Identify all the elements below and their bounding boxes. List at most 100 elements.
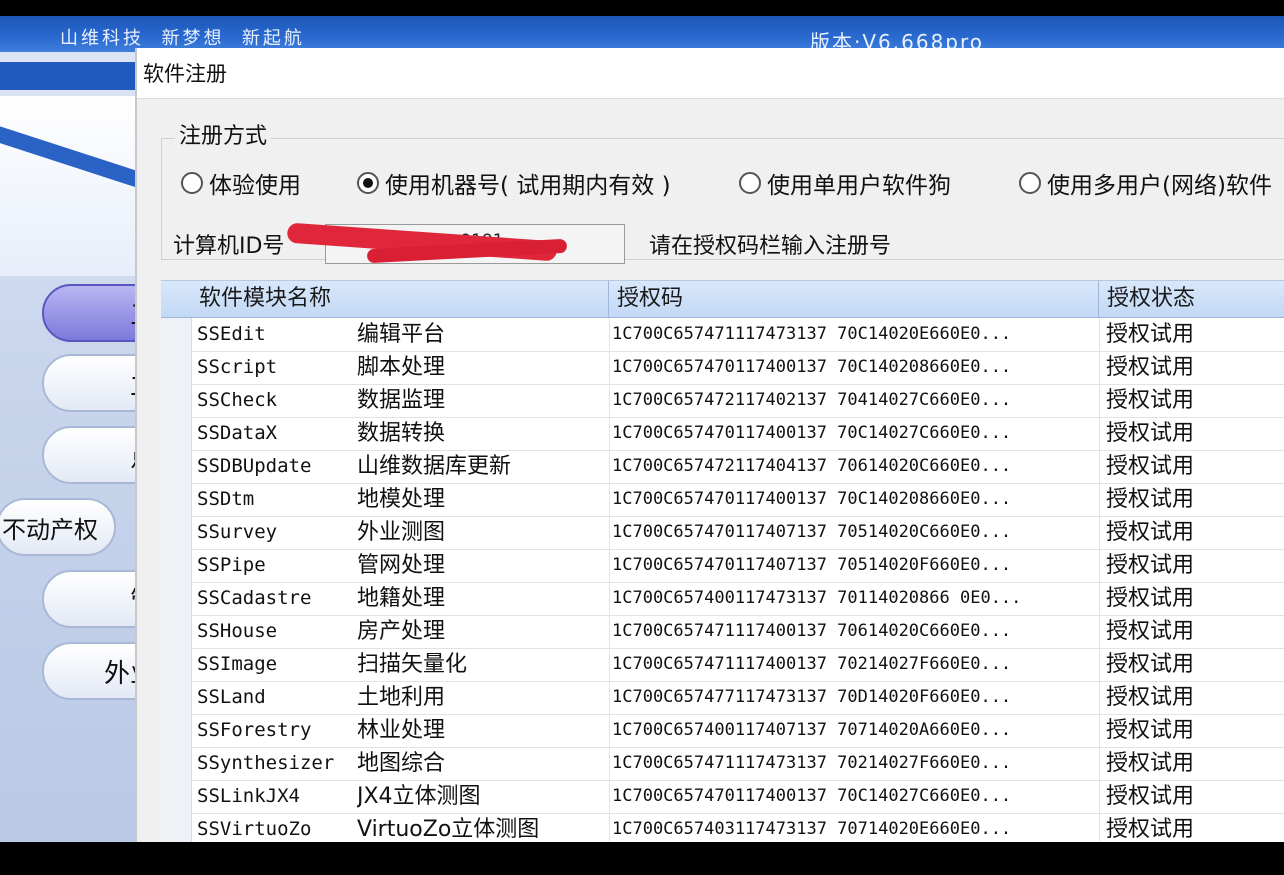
row-gutter: [161, 780, 192, 813]
module-name-cell: 外业测图: [357, 520, 446, 545]
row-gutter: [161, 615, 192, 648]
status-cell: 授权试用: [1099, 483, 1284, 516]
radio-trial[interactable]: 体验使用: [181, 166, 301, 200]
row-gutter: [161, 351, 192, 384]
module-name-cell: 编辑平台: [357, 322, 446, 347]
auth-code-cell: 1C700C657470117400137 70C14027C660E0...: [609, 780, 1102, 813]
status-cell: 授权试用: [1099, 681, 1284, 714]
auth-code-cell: 1C700C657470117407137 70514020F660E0...: [609, 549, 1102, 582]
status-cell: 授权试用: [1099, 780, 1284, 813]
status-cell: 授权试用: [1099, 384, 1284, 417]
auth-code-cell: 1C700C657470117400137 70C140208660E0...: [609, 483, 1102, 516]
module-name-cell: 地图综合: [357, 751, 446, 776]
auth-code-cell: 1C700C657472117404137 70614020C660E0...: [609, 450, 1102, 483]
radio-label: 体验使用: [209, 173, 301, 199]
table-row[interactable]: SSPipe 管网处理 1C700C657470117407137 70514020…: [161, 549, 1284, 583]
row-gutter: [161, 681, 192, 714]
column-header-status[interactable]: 授权状态: [1099, 281, 1284, 317]
status-cell: 授权试用: [1099, 318, 1284, 351]
row-gutter: [161, 747, 192, 780]
row-gutter: [161, 714, 192, 747]
radio-circle-icon: [1019, 172, 1041, 194]
app-left-pane: [0, 96, 150, 276]
column-header-auth-code[interactable]: 授权码: [609, 281, 1099, 317]
module-code-cell: SSImage: [197, 653, 278, 675]
module-code-cell: SSynthesizer: [197, 752, 335, 774]
radio-label: 使用多用户(网络)软件: [1047, 173, 1272, 199]
table-row[interactable]: SScript 脚本处理 1C700C657470117400137 70C1402…: [161, 351, 1284, 385]
radio-machine-id[interactable]: 使用机器号( 试用期内有效 ): [357, 166, 671, 200]
status-cell: 授权试用: [1099, 351, 1284, 384]
module-name-cell: 数据监理: [357, 388, 446, 413]
table-row[interactable]: SSDBUpdate 山维数据库更新 1C700C657472117404137 7…: [161, 450, 1284, 484]
status-cell: 授权试用: [1099, 549, 1284, 582]
table-row[interactable]: SSDtm 地模处理 1C700C657470117400137 70C140208…: [161, 483, 1284, 517]
auth-code-cell: 1C700C657403117473137 70714020E660E0...: [609, 813, 1102, 842]
radio-circle-icon: [739, 172, 761, 194]
table-row[interactable]: SSDataX 数据转换 1C700C657470117400137 70C1402…: [161, 417, 1284, 451]
module-code-cell: SScript: [197, 356, 278, 378]
status-cell: 授权试用: [1099, 582, 1284, 615]
radio-circle-icon: [181, 172, 203, 194]
table-row[interactable]: SSurvey 外业测图 1C700C657470117407137 7051402…: [161, 516, 1284, 550]
table-row[interactable]: SSImage 扫描矢量化 1C700C657471117400137 702140…: [161, 648, 1284, 682]
radio-label: 使用单用户软件狗: [767, 173, 951, 199]
table-row[interactable]: SSynthesizer 地图综合 1C700C657471117473137 70…: [161, 747, 1284, 781]
app-header: 山维科技 新梦想 新起航 版本·V6.668pro: [0, 16, 1284, 54]
table-row[interactable]: SSVirtuoZo VirtuoZo立体测图 1C700C657403117473…: [161, 813, 1284, 842]
auth-code-cell: 1C700C657471117400137 70614020C660E0...: [609, 615, 1102, 648]
auth-code-cell: 1C700C657470117407137 70514020C660E0...: [609, 516, 1102, 549]
side-button-3[interactable]: 不动产权: [0, 498, 116, 556]
module-code-cell: SSDataX: [197, 422, 278, 444]
status-cell: 授权试用: [1099, 648, 1284, 681]
row-gutter: [161, 549, 192, 582]
radio-circle-checked-icon: [357, 172, 379, 194]
module-code-cell: SSLand: [197, 686, 266, 708]
module-name-cell: 管网处理: [357, 553, 446, 578]
auth-code-cell: 1C700C657400117407137 70714020A660E0...: [609, 714, 1102, 747]
module-name-cell: 脚本处理: [357, 355, 446, 380]
row-gutter: [161, 516, 192, 549]
module-name-cell: 地模处理: [357, 487, 446, 512]
table-row[interactable]: SSForestry 林业处理 1C700C657400117407137 7071…: [161, 714, 1284, 748]
module-name-cell: 山维数据库更新: [357, 454, 512, 479]
auth-code-cell: 1C700C657471117473137 70214027F660E0...: [609, 747, 1102, 780]
module-name-cell: 林业处理: [357, 718, 446, 743]
module-code-cell: SSVirtuoZo: [197, 818, 312, 840]
table-header: 软件模块名称 授权码 授权状态: [161, 281, 1284, 318]
auth-code-cell: 1C700C657400117473137 70114020866 0E0...: [609, 582, 1102, 615]
status-cell: 授权试用: [1099, 450, 1284, 483]
module-license-table: 软件模块名称 授权码 授权状态 SSEdit 编辑平台 1C700C65747111…: [161, 280, 1284, 842]
module-name-cell: VirtuoZo立体测图: [357, 817, 540, 842]
auth-code-cell: 1C700C657472117402137 70414027C660E0...: [609, 384, 1102, 417]
table-row[interactable]: SSCadastre 地籍处理 1C700C657400117473137 7011…: [161, 582, 1284, 616]
module-name-cell: 土地利用: [357, 685, 446, 710]
module-name-cell: 地籍处理: [357, 586, 446, 611]
table-row[interactable]: SSEdit 编辑平台 1C700C657471117473137 70C14020…: [161, 318, 1284, 352]
module-code-cell: SSCadastre: [197, 587, 312, 609]
row-gutter: [161, 648, 192, 681]
auth-code-cell: 1C700C657471117473137 70C14020E660E0...: [609, 318, 1102, 351]
row-gutter: [161, 384, 192, 417]
app-slogan: 山维科技 新梦想 新起航: [60, 28, 305, 49]
module-code-cell: SSDBUpdate: [197, 455, 312, 477]
status-cell: 授权试用: [1099, 747, 1284, 780]
column-header-module[interactable]: 软件模块名称: [191, 281, 609, 317]
table-row[interactable]: SSCheck 数据监理 1C700C657472117402137 7041402…: [161, 384, 1284, 418]
radio-multi-user-network[interactable]: 使用多用户(网络)软件: [1019, 166, 1272, 200]
radio-label: 使用机器号( 试用期内有效 ): [385, 173, 671, 199]
radio-single-user-dongle[interactable]: 使用单用户软件狗: [739, 166, 951, 200]
table-row[interactable]: SSLinkJX4 JX4立体测图 1C700C657470117400137 70…: [161, 780, 1284, 814]
row-gutter: [161, 582, 192, 615]
table-row[interactable]: SSLand 土地利用 1C700C657477117473137 70D14020…: [161, 681, 1284, 715]
module-code-cell: SSLinkJX4: [197, 785, 300, 807]
auth-code-hint: 请在授权码栏输入注册号: [649, 234, 892, 259]
module-code-cell: SSForestry: [197, 719, 312, 741]
status-cell: 授权试用: [1099, 516, 1284, 549]
row-gutter: [161, 450, 192, 483]
module-code-cell: SSurvey: [197, 521, 278, 543]
status-cell: 授权试用: [1099, 615, 1284, 648]
dialog-titlebar: 软件注册: [137, 48, 1284, 99]
module-name-cell: JX4立体测图: [357, 784, 481, 809]
table-row[interactable]: SSHouse 房产处理 1C700C657471117400137 7061402…: [161, 615, 1284, 649]
